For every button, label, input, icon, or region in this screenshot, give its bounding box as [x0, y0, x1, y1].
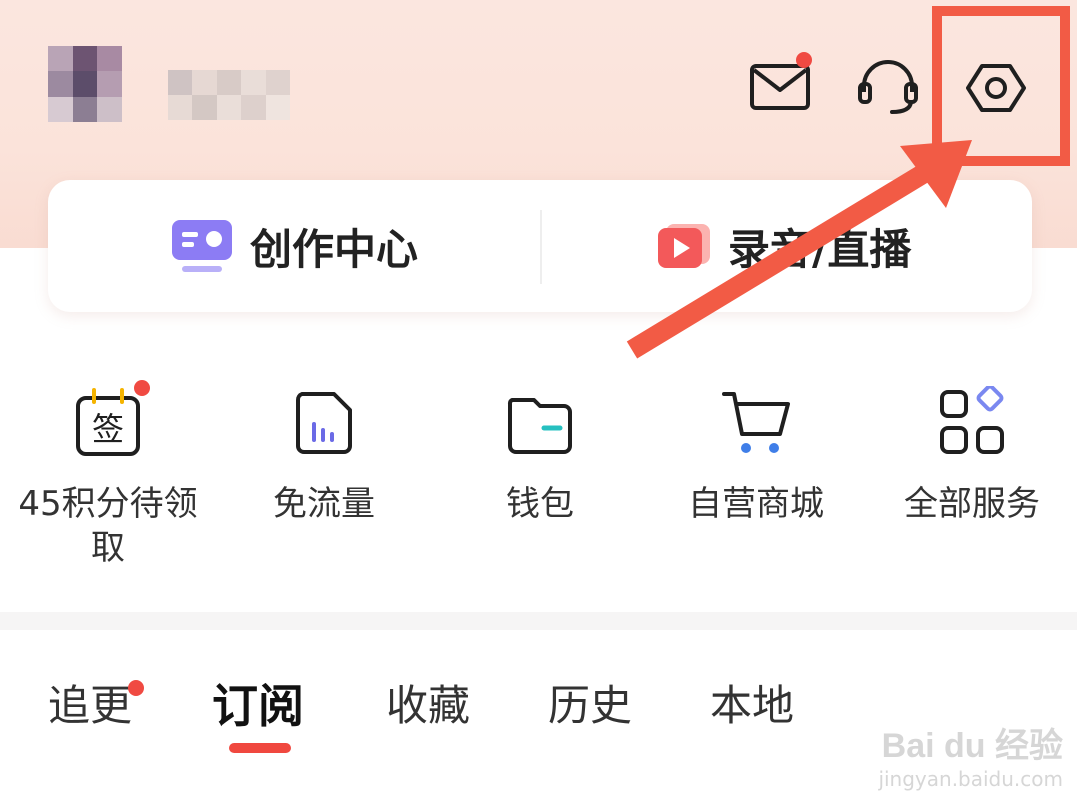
service-label: 自营商城 — [688, 484, 824, 524]
tab-favorites[interactable]: 收藏 — [386, 676, 470, 736]
service-wallet[interactable]: 钱包 — [440, 386, 640, 526]
video-play-icon — [658, 224, 710, 268]
sign-char: 签 — [92, 410, 124, 448]
wallet-icon — [507, 398, 572, 454]
service-free-data[interactable]: 免流量 — [224, 386, 424, 526]
section-separator — [0, 612, 1077, 630]
service-mall[interactable]: 自营商城 — [656, 386, 856, 526]
customer-service-button[interactable] — [856, 56, 920, 120]
points-badge-dot — [134, 380, 150, 396]
create-center-label: 创作中心 — [250, 224, 419, 274]
tab-following-badge-dot — [128, 680, 144, 696]
creator-card: 创作中心 录音/直播 — [48, 180, 1032, 312]
service-label: 全部服务 — [904, 484, 1040, 524]
create-center-button[interactable]: 创作中心 — [170, 180, 418, 312]
tab-history[interactable]: 历史 — [548, 676, 632, 736]
tab-local[interactable]: 本地 — [710, 676, 794, 736]
settings-highlight-box — [932, 6, 1070, 166]
service-all[interactable]: 全部服务 — [872, 384, 1072, 526]
all-services-grid-icon — [940, 384, 1004, 454]
service-label: 免流量 — [273, 484, 375, 524]
service-label: 45积分待领取 — [18, 484, 198, 568]
create-center-icon — [172, 220, 232, 272]
active-tab-indicator — [229, 743, 291, 753]
tab-subscribe[interactable]: 订阅 — [212, 676, 304, 736]
record-live-label: 录音/直播 — [728, 224, 912, 274]
baidu-jingyan-watermark: Bai du 经验 jingyan.baidu.com — [878, 727, 1063, 791]
record-live-button[interactable]: 录音/直播 — [656, 180, 911, 312]
username — [168, 70, 290, 120]
message-badge-dot — [796, 52, 812, 68]
sign-calendar-icon: 签 — [76, 388, 140, 456]
avatar[interactable] — [48, 46, 122, 122]
shopping-cart-icon — [722, 392, 790, 453]
service-label: 钱包 — [506, 484, 574, 524]
tab-following[interactable]: 追更 — [48, 676, 132, 736]
message-button[interactable] — [748, 52, 812, 120]
data-sim-icon — [296, 392, 352, 454]
headset-icon — [858, 60, 918, 114]
service-points[interactable]: 签 45积分待领取 — [8, 380, 208, 570]
card-divider — [540, 210, 542, 284]
